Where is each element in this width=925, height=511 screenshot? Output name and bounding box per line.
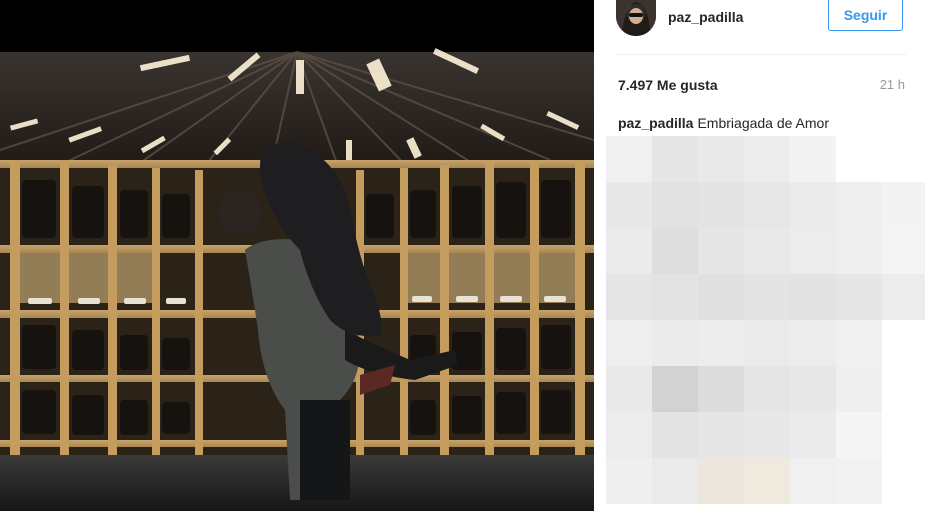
post-username[interactable]: paz_padilla [668, 9, 743, 25]
caption-username[interactable]: paz_padilla [618, 115, 693, 131]
photo-image [0, 0, 594, 511]
post-photo[interactable] [0, 0, 594, 511]
avatar-image [616, 0, 656, 36]
caption-text: Embriagada de Amor [697, 115, 829, 131]
pixelated-comments [606, 136, 925, 511]
post-sidebar: paz_padilla Seguir 7.497 Me gusta 21 h p… [594, 0, 925, 511]
likes-count[interactable]: 7.497 Me gusta [618, 77, 718, 93]
follow-button[interactable]: Seguir [828, 0, 903, 31]
avatar[interactable] [616, 0, 656, 36]
header-divider [616, 54, 906, 55]
post-timestamp[interactable]: 21 h [880, 77, 905, 92]
post-header: paz_padilla Seguir [594, 0, 925, 54]
post-caption: paz_padilla Embriagada de Amor [618, 115, 829, 131]
